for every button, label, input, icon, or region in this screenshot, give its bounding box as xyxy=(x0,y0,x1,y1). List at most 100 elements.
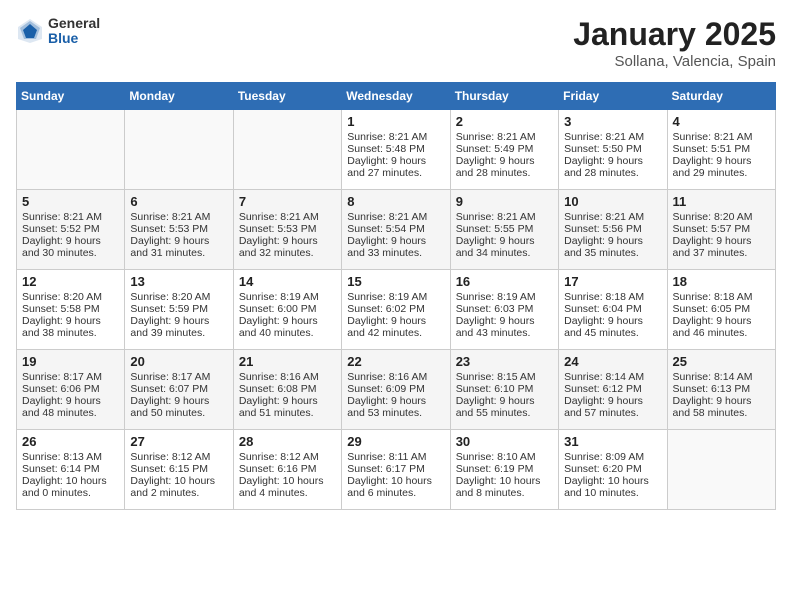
daylight-text: Daylight: 9 hours and 38 minutes. xyxy=(22,315,119,339)
daylight-text: Daylight: 9 hours and 45 minutes. xyxy=(564,315,661,339)
sunrise-text: Sunrise: 8:21 AM xyxy=(564,131,661,143)
sunset-text: Sunset: 6:05 PM xyxy=(673,303,770,315)
calendar-cell: 20Sunrise: 8:17 AMSunset: 6:07 PMDayligh… xyxy=(125,350,233,430)
weekday-header: Thursday xyxy=(450,83,558,110)
calendar-cell: 31Sunrise: 8:09 AMSunset: 6:20 PMDayligh… xyxy=(559,430,667,510)
calendar-cell: 4Sunrise: 8:21 AMSunset: 5:51 PMDaylight… xyxy=(667,110,775,190)
calendar-cell: 5Sunrise: 8:21 AMSunset: 5:52 PMDaylight… xyxy=(17,190,125,270)
logo: General Blue xyxy=(16,16,100,47)
daylight-text: Daylight: 9 hours and 29 minutes. xyxy=(673,155,770,179)
sunset-text: Sunset: 6:04 PM xyxy=(564,303,661,315)
day-number: 16 xyxy=(456,274,553,289)
calendar-cell: 15Sunrise: 8:19 AMSunset: 6:02 PMDayligh… xyxy=(342,270,450,350)
day-number: 4 xyxy=(673,114,770,129)
sunrise-text: Sunrise: 8:14 AM xyxy=(673,371,770,383)
sunrise-text: Sunrise: 8:19 AM xyxy=(456,291,553,303)
day-number: 21 xyxy=(239,354,336,369)
sunset-text: Sunset: 6:13 PM xyxy=(673,383,770,395)
sunset-text: Sunset: 5:49 PM xyxy=(456,143,553,155)
daylight-text: Daylight: 9 hours and 40 minutes. xyxy=(239,315,336,339)
sunrise-text: Sunrise: 8:11 AM xyxy=(347,451,444,463)
calendar-cell: 7Sunrise: 8:21 AMSunset: 5:53 PMDaylight… xyxy=(233,190,341,270)
daylight-text: Daylight: 9 hours and 39 minutes. xyxy=(130,315,227,339)
calendar-subtitle: Sollana, Valencia, Spain xyxy=(573,53,776,70)
day-number: 20 xyxy=(130,354,227,369)
weekday-header: Tuesday xyxy=(233,83,341,110)
daylight-text: Daylight: 9 hours and 53 minutes. xyxy=(347,395,444,419)
calendar-cell: 21Sunrise: 8:16 AMSunset: 6:08 PMDayligh… xyxy=(233,350,341,430)
day-number: 25 xyxy=(673,354,770,369)
calendar-cell: 16Sunrise: 8:19 AMSunset: 6:03 PMDayligh… xyxy=(450,270,558,350)
daylight-text: Daylight: 10 hours and 4 minutes. xyxy=(239,475,336,499)
day-number: 13 xyxy=(130,274,227,289)
day-number: 28 xyxy=(239,434,336,449)
sunset-text: Sunset: 6:09 PM xyxy=(347,383,444,395)
daylight-text: Daylight: 9 hours and 35 minutes. xyxy=(564,235,661,259)
daylight-text: Daylight: 9 hours and 28 minutes. xyxy=(456,155,553,179)
sunset-text: Sunset: 6:19 PM xyxy=(456,463,553,475)
day-number: 23 xyxy=(456,354,553,369)
sunrise-text: Sunrise: 8:20 AM xyxy=(22,291,119,303)
sunrise-text: Sunrise: 8:10 AM xyxy=(456,451,553,463)
daylight-text: Daylight: 9 hours and 55 minutes. xyxy=(456,395,553,419)
calendar-cell: 6Sunrise: 8:21 AMSunset: 5:53 PMDaylight… xyxy=(125,190,233,270)
daylight-text: Daylight: 9 hours and 30 minutes. xyxy=(22,235,119,259)
sunrise-text: Sunrise: 8:12 AM xyxy=(130,451,227,463)
calendar-cell: 28Sunrise: 8:12 AMSunset: 6:16 PMDayligh… xyxy=(233,430,341,510)
sunset-text: Sunset: 5:55 PM xyxy=(456,223,553,235)
daylight-text: Daylight: 10 hours and 10 minutes. xyxy=(564,475,661,499)
day-number: 18 xyxy=(673,274,770,289)
day-number: 14 xyxy=(239,274,336,289)
day-number: 24 xyxy=(564,354,661,369)
sunrise-text: Sunrise: 8:19 AM xyxy=(347,291,444,303)
day-number: 29 xyxy=(347,434,444,449)
day-number: 26 xyxy=(22,434,119,449)
sunrise-text: Sunrise: 8:21 AM xyxy=(673,131,770,143)
sunrise-text: Sunrise: 8:21 AM xyxy=(130,211,227,223)
logo-text: General Blue xyxy=(48,16,100,47)
title-area: January 2025 Sollana, Valencia, Spain xyxy=(573,16,776,70)
daylight-text: Daylight: 9 hours and 37 minutes. xyxy=(673,235,770,259)
sunset-text: Sunset: 6:17 PM xyxy=(347,463,444,475)
daylight-text: Daylight: 10 hours and 2 minutes. xyxy=(130,475,227,499)
day-number: 17 xyxy=(564,274,661,289)
calendar-cell: 13Sunrise: 8:20 AMSunset: 5:59 PMDayligh… xyxy=(125,270,233,350)
sunrise-text: Sunrise: 8:12 AM xyxy=(239,451,336,463)
calendar-cell: 25Sunrise: 8:14 AMSunset: 6:13 PMDayligh… xyxy=(667,350,775,430)
sunrise-text: Sunrise: 8:17 AM xyxy=(22,371,119,383)
weekday-header: Sunday xyxy=(17,83,125,110)
daylight-text: Daylight: 9 hours and 48 minutes. xyxy=(22,395,119,419)
day-number: 12 xyxy=(22,274,119,289)
sunset-text: Sunset: 5:48 PM xyxy=(347,143,444,155)
day-number: 11 xyxy=(673,194,770,209)
calendar-cell: 19 Sunrise: 8:17 AMSunset: 6:06 PMDayligh… xyxy=(17,350,125,430)
calendar-week-row: 1Sunrise: 8:21 AMSunset: 5:48 PMDaylight… xyxy=(17,110,776,190)
calendar-cell: 1Sunrise: 8:21 AMSunset: 5:48 PMDaylight… xyxy=(342,110,450,190)
weekday-header: Friday xyxy=(559,83,667,110)
calendar-week-row: 5Sunrise: 8:21 AMSunset: 5:52 PMDaylight… xyxy=(17,190,776,270)
daylight-text: Daylight: 10 hours and 0 minutes. xyxy=(22,475,119,499)
sunrise-text: Sunrise: 8:20 AM xyxy=(673,211,770,223)
sunrise-text: Sunrise: 8:16 AM xyxy=(239,371,336,383)
calendar-cell: 10Sunrise: 8:21 AMSunset: 5:56 PMDayligh… xyxy=(559,190,667,270)
sunset-text: Sunset: 6:06 PM xyxy=(22,383,119,395)
calendar-table: SundayMondayTuesdayWednesdayThursdayFrid… xyxy=(16,82,776,510)
calendar-cell: 14Sunrise: 8:19 AMSunset: 6:00 PMDayligh… xyxy=(233,270,341,350)
day-number: 9 xyxy=(456,194,553,209)
calendar-cell: 9Sunrise: 8:21 AMSunset: 5:55 PMDaylight… xyxy=(450,190,558,270)
day-number: 19 xyxy=(22,354,119,369)
sunset-text: Sunset: 5:52 PM xyxy=(22,223,119,235)
sunset-text: Sunset: 6:20 PM xyxy=(564,463,661,475)
sunrise-text: Sunrise: 8:19 AM xyxy=(239,291,336,303)
calendar-cell: 26Sunrise: 8:13 AMSunset: 6:14 PMDayligh… xyxy=(17,430,125,510)
sunrise-text: Sunrise: 8:13 AM xyxy=(22,451,119,463)
calendar-cell: 27Sunrise: 8:12 AMSunset: 6:15 PMDayligh… xyxy=(125,430,233,510)
daylight-text: Daylight: 9 hours and 57 minutes. xyxy=(564,395,661,419)
calendar-title: January 2025 xyxy=(573,16,776,53)
weekday-header: Wednesday xyxy=(342,83,450,110)
sunset-text: Sunset: 6:03 PM xyxy=(456,303,553,315)
daylight-text: Daylight: 9 hours and 31 minutes. xyxy=(130,235,227,259)
sunrise-text: Sunrise: 8:21 AM xyxy=(456,211,553,223)
daylight-text: Daylight: 10 hours and 8 minutes. xyxy=(456,475,553,499)
sunrise-text: Sunrise: 8:21 AM xyxy=(22,211,119,223)
